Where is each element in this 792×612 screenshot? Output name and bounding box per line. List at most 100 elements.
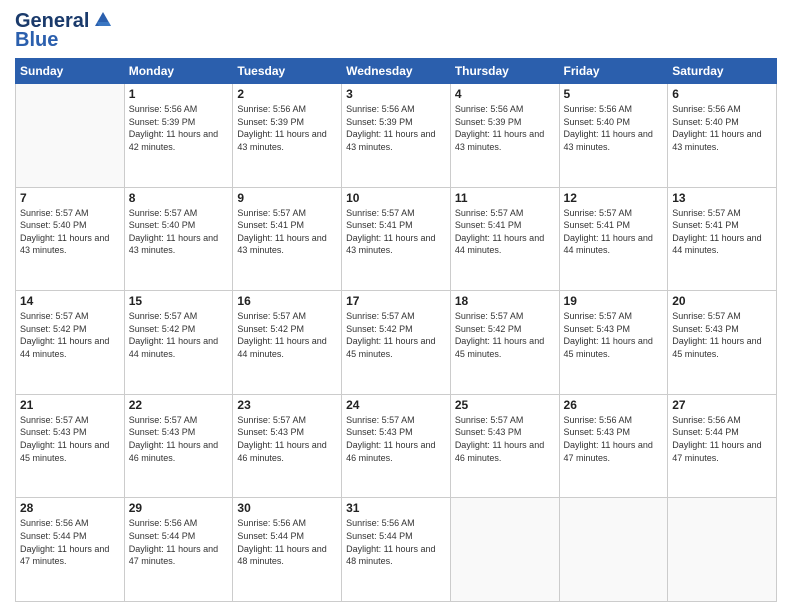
calendar-day-cell: 8Sunrise: 5:57 AMSunset: 5:40 PMDaylight… bbox=[124, 187, 233, 291]
calendar-day-cell: 4 Sunrise: 5:56 AMSunset: 5:39 PMDaylight… bbox=[450, 84, 559, 188]
calendar-day-cell: 23 Sunrise: 5:57 AMSunset: 5:43 PMDayligh… bbox=[233, 394, 342, 498]
day-number: 26 bbox=[564, 398, 664, 412]
day-info: Sunrise: 5:57 AMSunset: 5:42 PMDaylight:… bbox=[455, 310, 555, 360]
weekday-header: Monday bbox=[124, 59, 233, 84]
day-info: Sunrise: 5:57 AMSunset: 5:43 PMDaylight:… bbox=[346, 414, 446, 464]
day-info: Sunrise: 5:57 AMSunset: 5:43 PMDaylight:… bbox=[129, 414, 229, 464]
calendar-day-cell: 12Sunrise: 5:57 AMSunset: 5:41 PMDayligh… bbox=[559, 187, 668, 291]
day-info: Sunrise: 5:56 AMSunset: 5:43 PMDaylight:… bbox=[564, 414, 664, 464]
calendar-week-row: 7 Sunrise: 5:57 AMSunset: 5:40 PMDaylight… bbox=[16, 187, 777, 291]
weekday-header: Sunday bbox=[16, 59, 125, 84]
calendar-day-cell: 25 Sunrise: 5:57 AMSunset: 5:43 PMDayligh… bbox=[450, 394, 559, 498]
calendar-day-cell: 9Sunrise: 5:57 AMSunset: 5:41 PMDaylight… bbox=[233, 187, 342, 291]
calendar-week-row: 14 Sunrise: 5:57 AMSunset: 5:42 PMDayligh… bbox=[16, 291, 777, 395]
day-info: Sunrise: 5:57 AMSunset: 5:43 PMDaylight:… bbox=[20, 414, 120, 464]
weekday-header: Friday bbox=[559, 59, 668, 84]
calendar-day-cell: 10 Sunrise: 5:57 AMSunset: 5:41 PMDayligh… bbox=[342, 187, 451, 291]
calendar-day-cell: 28 Sunrise: 5:56 AMSunset: 5:44 PMDayligh… bbox=[16, 498, 125, 602]
calendar-body: 1 Sunrise: 5:56 AMSunset: 5:39 PMDaylight… bbox=[16, 84, 777, 602]
calendar-day-cell bbox=[668, 498, 777, 602]
day-info: Sunrise: 5:57 AMSunset: 5:41 PMDaylight:… bbox=[672, 207, 772, 257]
day-info: Sunrise: 5:57 AMSunset: 5:40 PMDaylight:… bbox=[20, 207, 120, 257]
day-info: Sunrise: 5:56 AMSunset: 5:40 PMDaylight:… bbox=[564, 103, 664, 153]
day-number: 16 bbox=[237, 294, 337, 308]
day-number: 6 bbox=[672, 87, 772, 101]
calendar-day-cell: 2 Sunrise: 5:56 AMSunset: 5:39 PMDaylight… bbox=[233, 84, 342, 188]
day-number: 18 bbox=[455, 294, 555, 308]
calendar-day-cell: 31 Sunrise: 5:56 AMSunset: 5:44 PMDayligh… bbox=[342, 498, 451, 602]
calendar-header-row: SundayMondayTuesdayWednesdayThursdayFrid… bbox=[16, 59, 777, 84]
calendar-day-cell: 26 Sunrise: 5:56 AMSunset: 5:43 PMDayligh… bbox=[559, 394, 668, 498]
page: General Blue SundayMondayTuesdayWednesda… bbox=[0, 0, 792, 612]
day-number: 15 bbox=[129, 294, 229, 308]
day-number: 14 bbox=[20, 294, 120, 308]
day-number: 23 bbox=[237, 398, 337, 412]
day-info: Sunrise: 5:57 AMSunset: 5:42 PMDaylight:… bbox=[346, 310, 446, 360]
day-info: Sunrise: 5:57 AMSunset: 5:43 PMDaylight:… bbox=[564, 310, 664, 360]
day-info: Sunrise: 5:57 AMSunset: 5:43 PMDaylight:… bbox=[455, 414, 555, 464]
day-info: Sunrise: 5:56 AMSunset: 5:44 PMDaylight:… bbox=[129, 517, 229, 567]
day-info: Sunrise: 5:57 AMSunset: 5:43 PMDaylight:… bbox=[672, 310, 772, 360]
calendar-day-cell: 27 Sunrise: 5:56 AMSunset: 5:44 PMDayligh… bbox=[668, 394, 777, 498]
day-info: Sunrise: 5:56 AMSunset: 5:39 PMDaylight:… bbox=[346, 103, 446, 153]
day-info: Sunrise: 5:57 AMSunset: 5:41 PMDaylight:… bbox=[346, 207, 446, 257]
calendar-day-cell: 30 Sunrise: 5:56 AMSunset: 5:44 PMDayligh… bbox=[233, 498, 342, 602]
day-number: 4 bbox=[455, 87, 555, 101]
day-number: 5 bbox=[564, 87, 664, 101]
day-number: 8 bbox=[129, 191, 229, 205]
logo-icon bbox=[91, 8, 115, 32]
day-info: Sunrise: 5:56 AMSunset: 5:44 PMDaylight:… bbox=[237, 517, 337, 567]
day-number: 1 bbox=[129, 87, 229, 101]
day-number: 21 bbox=[20, 398, 120, 412]
calendar-day-cell: 6 Sunrise: 5:56 AMSunset: 5:40 PMDaylight… bbox=[668, 84, 777, 188]
calendar-day-cell: 1 Sunrise: 5:56 AMSunset: 5:39 PMDaylight… bbox=[124, 84, 233, 188]
calendar-day-cell bbox=[16, 84, 125, 188]
calendar-day-cell: 3 Sunrise: 5:56 AMSunset: 5:39 PMDaylight… bbox=[342, 84, 451, 188]
day-info: Sunrise: 5:56 AMSunset: 5:44 PMDaylight:… bbox=[20, 517, 120, 567]
calendar-day-cell bbox=[559, 498, 668, 602]
day-number: 30 bbox=[237, 501, 337, 515]
day-info: Sunrise: 5:57 AMSunset: 5:42 PMDaylight:… bbox=[237, 310, 337, 360]
day-info: Sunrise: 5:56 AMSunset: 5:44 PMDaylight:… bbox=[672, 414, 772, 464]
day-number: 2 bbox=[237, 87, 337, 101]
weekday-header: Wednesday bbox=[342, 59, 451, 84]
header: General Blue bbox=[15, 10, 777, 52]
calendar-table: SundayMondayTuesdayWednesdayThursdayFrid… bbox=[15, 58, 777, 602]
day-number: 9 bbox=[237, 191, 337, 205]
day-number: 10 bbox=[346, 191, 446, 205]
calendar-day-cell: 19Sunrise: 5:57 AMSunset: 5:43 PMDayligh… bbox=[559, 291, 668, 395]
day-info: Sunrise: 5:56 AMSunset: 5:40 PMDaylight:… bbox=[672, 103, 772, 153]
day-number: 13 bbox=[672, 191, 772, 205]
day-info: Sunrise: 5:57 AMSunset: 5:41 PMDaylight:… bbox=[564, 207, 664, 257]
logo: General Blue bbox=[15, 10, 115, 52]
weekday-header: Saturday bbox=[668, 59, 777, 84]
day-info: Sunrise: 5:57 AMSunset: 5:42 PMDaylight:… bbox=[20, 310, 120, 360]
day-info: Sunrise: 5:56 AMSunset: 5:44 PMDaylight:… bbox=[346, 517, 446, 567]
weekday-header: Thursday bbox=[450, 59, 559, 84]
day-info: Sunrise: 5:57 AMSunset: 5:43 PMDaylight:… bbox=[237, 414, 337, 464]
day-info: Sunrise: 5:56 AMSunset: 5:39 PMDaylight:… bbox=[237, 103, 337, 153]
calendar-day-cell: 11Sunrise: 5:57 AMSunset: 5:41 PMDayligh… bbox=[450, 187, 559, 291]
day-number: 28 bbox=[20, 501, 120, 515]
day-number: 11 bbox=[455, 191, 555, 205]
day-number: 20 bbox=[672, 294, 772, 308]
day-number: 25 bbox=[455, 398, 555, 412]
calendar-week-row: 28 Sunrise: 5:56 AMSunset: 5:44 PMDayligh… bbox=[16, 498, 777, 602]
calendar-day-cell bbox=[450, 498, 559, 602]
calendar-day-cell: 18 Sunrise: 5:57 AMSunset: 5:42 PMDayligh… bbox=[450, 291, 559, 395]
calendar-week-row: 21 Sunrise: 5:57 AMSunset: 5:43 PMDayligh… bbox=[16, 394, 777, 498]
day-info: Sunrise: 5:56 AMSunset: 5:39 PMDaylight:… bbox=[455, 103, 555, 153]
calendar-day-cell: 29Sunrise: 5:56 AMSunset: 5:44 PMDayligh… bbox=[124, 498, 233, 602]
day-info: Sunrise: 5:57 AMSunset: 5:42 PMDaylight:… bbox=[129, 310, 229, 360]
calendar-day-cell: 15 Sunrise: 5:57 AMSunset: 5:42 PMDayligh… bbox=[124, 291, 233, 395]
calendar-day-cell: 13 Sunrise: 5:57 AMSunset: 5:41 PMDayligh… bbox=[668, 187, 777, 291]
day-number: 27 bbox=[672, 398, 772, 412]
day-info: Sunrise: 5:56 AMSunset: 5:39 PMDaylight:… bbox=[129, 103, 229, 153]
calendar-day-cell: 22Sunrise: 5:57 AMSunset: 5:43 PMDayligh… bbox=[124, 394, 233, 498]
day-number: 7 bbox=[20, 191, 120, 205]
calendar-day-cell: 16 Sunrise: 5:57 AMSunset: 5:42 PMDayligh… bbox=[233, 291, 342, 395]
day-number: 3 bbox=[346, 87, 446, 101]
day-number: 31 bbox=[346, 501, 446, 515]
day-number: 17 bbox=[346, 294, 446, 308]
calendar-day-cell: 5 Sunrise: 5:56 AMSunset: 5:40 PMDaylight… bbox=[559, 84, 668, 188]
